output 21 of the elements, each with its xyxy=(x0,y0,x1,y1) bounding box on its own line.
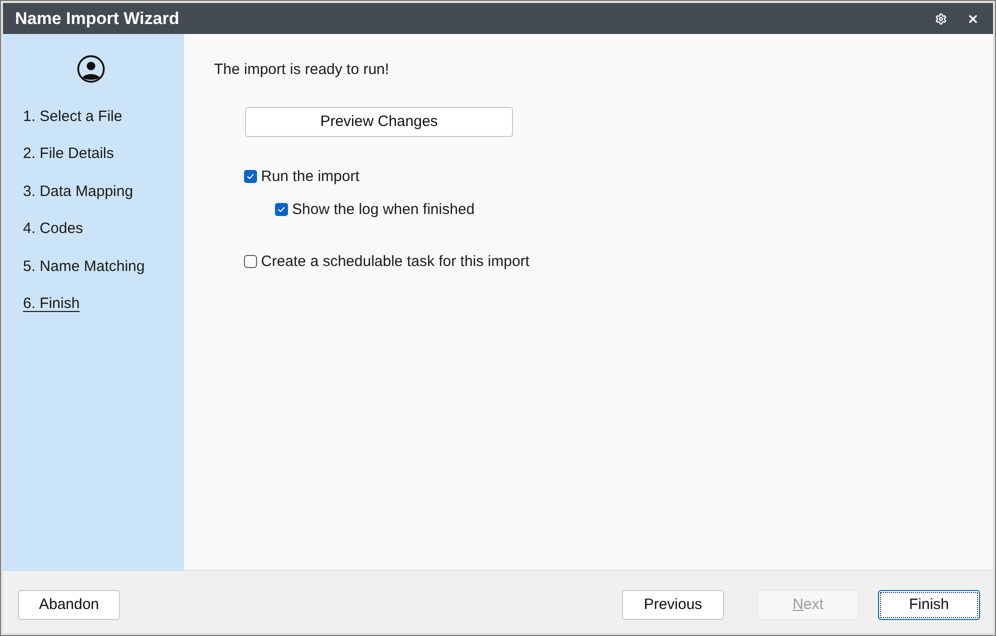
wizard-step[interactable]: 1. Select a File xyxy=(23,106,122,128)
footer-button[interactable]: Finish xyxy=(878,590,980,620)
wizard-step[interactable]: 4. Codes xyxy=(23,218,84,240)
window-title: Name Import Wizard xyxy=(15,8,180,30)
wizard-step[interactable]: 3. Data Mapping xyxy=(23,180,134,203)
settings-icon[interactable] xyxy=(935,12,947,24)
checkbox[interactable] xyxy=(244,170,257,183)
checkbox-label[interactable]: Show the log when finished xyxy=(292,201,475,218)
wizard-step[interactable]: 5. Name Matching xyxy=(23,256,145,278)
wizard-step[interactable]: 2. File Details xyxy=(23,143,114,166)
checkbox[interactable] xyxy=(275,203,288,216)
checkbox-label[interactable]: Run the import xyxy=(261,168,360,185)
user-icon xyxy=(77,55,105,83)
status-message: The import is ready to run! xyxy=(214,61,390,78)
wizard-step[interactable]: 6. Finish xyxy=(23,293,80,316)
checkbox-label[interactable]: Create a schedulable task for this import xyxy=(261,253,530,270)
preview-changes-button[interactable]: Preview Changes xyxy=(245,107,513,137)
footer-button[interactable]: Abandon xyxy=(18,590,120,620)
checkbox[interactable] xyxy=(244,255,257,268)
footer-button[interactable]: Previous xyxy=(622,590,724,620)
close-icon[interactable] xyxy=(967,12,979,24)
